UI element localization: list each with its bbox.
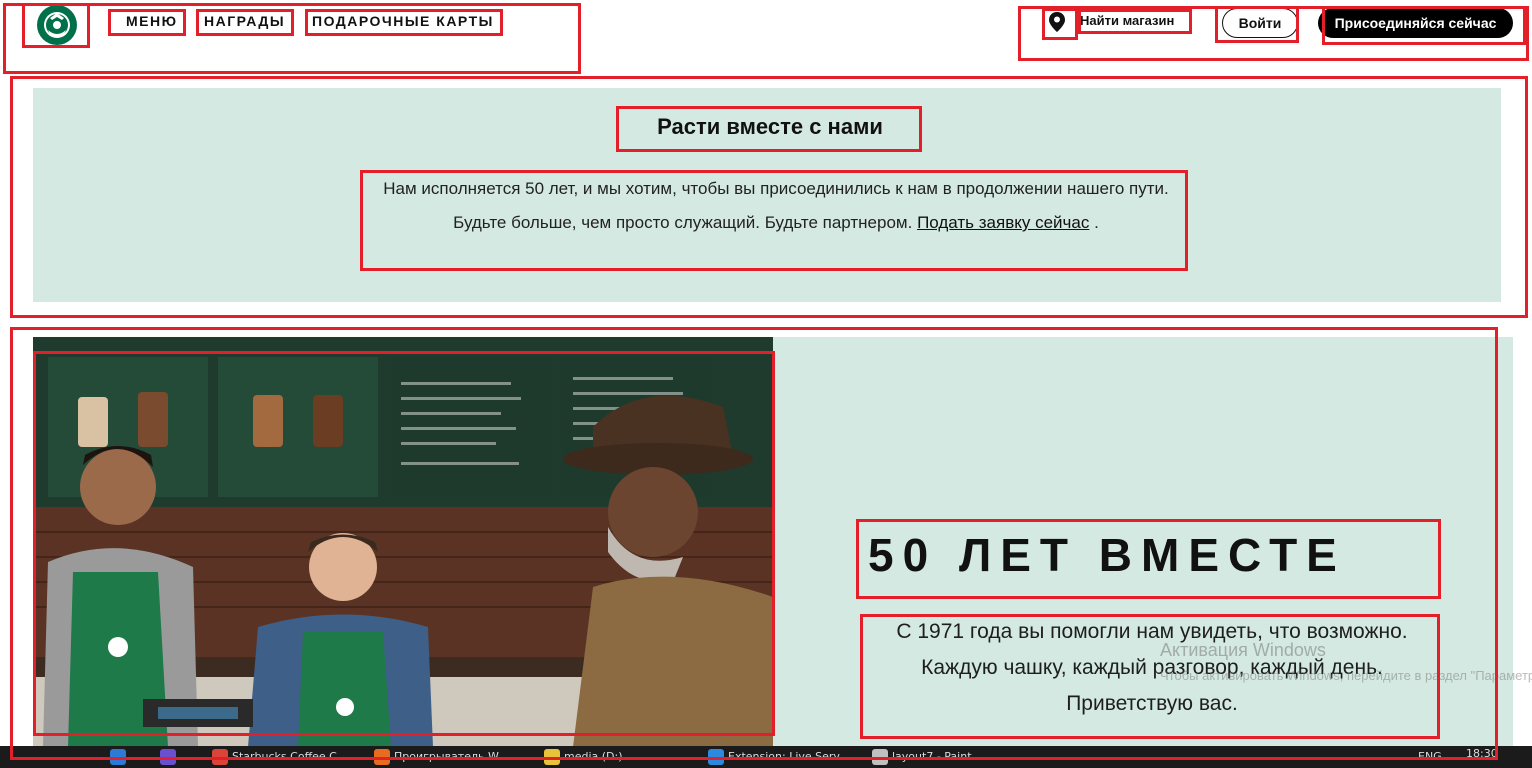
nav-gift-cards[interactable]: ПОДАРОЧНЫЕ КАРТЫ (312, 13, 494, 29)
windows-activation-hint: Чтобы активировать Windows, перейдите в … (1160, 668, 1532, 683)
folder-icon[interactable] (544, 749, 560, 765)
starbucks-logo[interactable] (28, 4, 86, 46)
baristas-photo (33, 337, 773, 747)
taskbar-item[interactable]: Extension: Live Serv... (728, 750, 850, 763)
paint-icon[interactable] (872, 749, 888, 765)
vscode-icon[interactable] (708, 749, 724, 765)
login-button[interactable]: Войти (1222, 8, 1298, 38)
language-indicator[interactable]: ENG (1418, 750, 1442, 763)
chrome-icon[interactable] (212, 749, 228, 765)
clock[interactable]: 18:30 (1466, 747, 1498, 760)
app-icon[interactable] (160, 749, 176, 765)
nav-rewards[interactable]: НАГРАДЫ (204, 13, 285, 29)
taskbar-item[interactable]: Starbucks Coffee C... (232, 750, 347, 763)
join-button[interactable]: Присоединяйся сейчас (1318, 8, 1513, 38)
find-store-link[interactable]: Найти магазин (1080, 13, 1174, 28)
apply-now-link[interactable]: Подать заявку сейчас (917, 213, 1089, 232)
annotation-box (3, 3, 581, 74)
banner-tail: . (1094, 213, 1099, 232)
feature-title: 50 ЛЕТ ВМЕСТЕ (868, 529, 1346, 581)
banner-title: Расти вместе с нами (657, 114, 883, 139)
taskbar-item[interactable]: layout7 - Paint (892, 750, 972, 763)
taskbar-item[interactable]: media (D:) (564, 750, 623, 763)
media-player-icon[interactable] (374, 749, 390, 765)
windows-taskbar: Starbucks Coffee C... Проигрыватель W...… (0, 746, 1532, 768)
nav-menu[interactable]: МЕНЮ (126, 13, 178, 29)
windows-activation-watermark: Активация Windows (1160, 640, 1326, 660)
location-pin-icon[interactable] (1047, 11, 1067, 33)
app-icon[interactable] (110, 749, 126, 765)
taskbar-item[interactable]: Проигрыватель W... (394, 750, 508, 763)
banner-text: Нам исполняется 50 лет, и мы хотим, чтоб… (372, 172, 1180, 240)
